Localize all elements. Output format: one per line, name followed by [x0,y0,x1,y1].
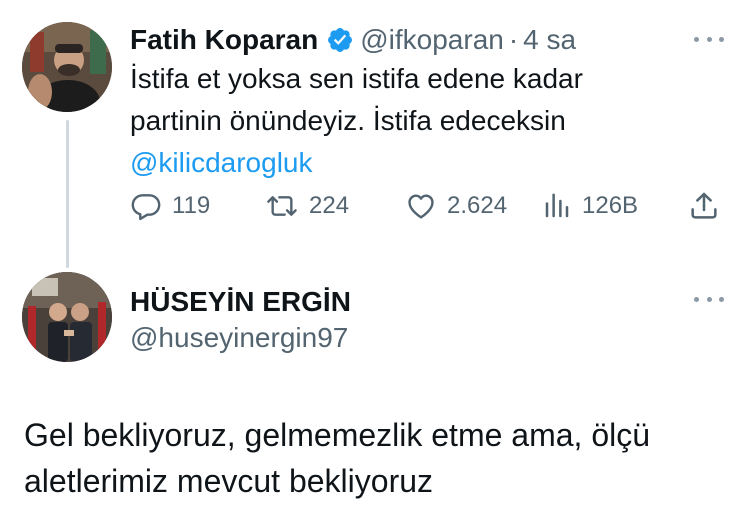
retweet-button[interactable]: 224 [265,186,349,226]
retweet-count: 224 [309,192,350,219]
share-button[interactable] [688,186,720,226]
tweet-text: İstifa et yoksa sen istifa edene kadar p… [130,58,710,184]
handle[interactable]: @huseyinergin97 [130,322,348,354]
tweet-text: Gel bekliyoruz, gelmemezlik etme ama, öl… [24,412,724,504]
mention-link[interactable]: @kilicdarogluk [130,142,710,184]
avatar[interactable] [22,272,112,362]
tweet-text-line: Gel bekliyoruz, gelmemezlik etme ama, öl… [24,417,651,453]
verified-badge-icon [326,26,354,54]
handle[interactable]: @ifkoparan [360,24,504,56]
reply-icon [130,190,162,222]
tweet-text-line: İstifa et yoksa sen istifa edene kadar [130,63,583,94]
tweet-text-line: partinin önündeyiz. İstifa edeceksin [130,105,566,136]
more-icon[interactable] [694,34,724,44]
like-count: 2.624 [447,192,508,219]
views-icon [542,190,572,222]
thread-line [66,120,69,268]
avatar[interactable] [22,22,112,112]
like-button[interactable]: 2.624 [405,186,507,226]
timestamp[interactable]: 4 sa [523,24,576,56]
tweet-actions: 119 224 2.624 126B [130,186,726,226]
tweet-thread: Fatih Koparan @ifkoparan · 4 sa İstifa e… [0,0,750,527]
views-button[interactable]: 126B [542,186,638,226]
tweet-text-line: aletlerimiz mevcut bekliyoruz [24,463,434,499]
share-icon [688,190,720,222]
display-name[interactable]: HÜSEYİN ERGİN [130,286,351,318]
views-count: 126B [582,192,639,219]
more-icon[interactable] [694,294,724,304]
reply-count: 119 [172,192,211,219]
retweet-icon [265,190,299,222]
separator-dot: · [508,24,519,55]
reply-button[interactable]: 119 [130,186,210,226]
heart-icon [405,190,437,222]
tweet-header: Fatih Koparan @ifkoparan · 4 sa [130,22,576,58]
display-name[interactable]: Fatih Koparan [130,24,318,56]
